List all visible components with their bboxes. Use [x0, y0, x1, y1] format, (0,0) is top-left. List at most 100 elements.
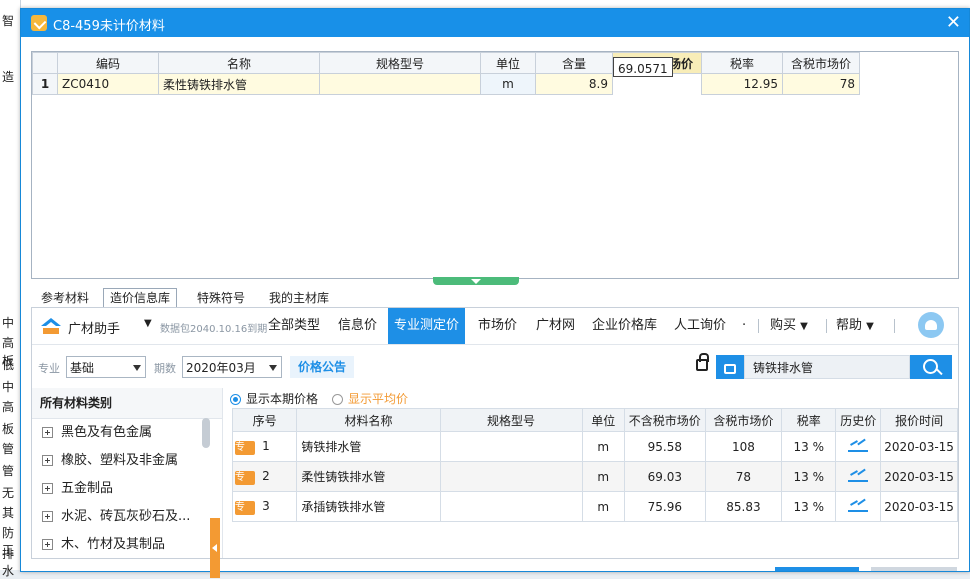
history-chart-icon[interactable] [848, 468, 869, 482]
cell-name[interactable]: 柔性铸铁排水管 [158, 73, 320, 95]
background-toolbar [20, 0, 970, 8]
cell-tax-rate[interactable]: 12.95 [701, 73, 783, 95]
tree-header[interactable]: 所有材料类别 [32, 388, 222, 419]
collapse-tree-button[interactable] [210, 518, 220, 578]
tree-item[interactable]: 水泥、砖瓦灰砂石及... [32, 503, 222, 531]
nav-labor-inquiry[interactable]: 人工询价 [674, 308, 726, 344]
panel-splitter-handle[interactable] [433, 277, 519, 285]
tree-item-label: 水泥、砖瓦灰砂石及... [61, 509, 191, 524]
tab-reference-material[interactable]: 参考材料 [35, 289, 95, 307]
tab-special-symbols[interactable]: 特殊符号 [191, 289, 251, 307]
cell-price-ex-tax[interactable]: 69.03 [623, 461, 706, 492]
col-header[interactable]: 序号 [231, 408, 298, 432]
cell-date[interactable]: 2020-03-15 [880, 461, 958, 492]
col-header[interactable]: 历史价 [835, 408, 882, 432]
cell-price-in-tax[interactable]: 108 [704, 431, 783, 462]
table-row[interactable]: 1 ZC0410 柔性铸铁排水管 m 8.9 69.0571 12.95 78 [32, 56, 860, 95]
cell-price-ex-tax[interactable]: 75.96 [623, 491, 706, 522]
confirm-button-edge[interactable] [775, 567, 859, 571]
expand-icon[interactable] [42, 511, 53, 522]
tab-my-material-library[interactable]: 我的主材库 [263, 289, 335, 307]
nav-info-price[interactable]: 信息价 [338, 308, 377, 344]
nav-more[interactable]: · [742, 308, 746, 344]
cell-tax-rate[interactable]: 13 % [781, 491, 837, 522]
history-chart-icon[interactable] [848, 438, 869, 452]
cell-name[interactable]: 柔性铸铁排水管 [296, 461, 441, 492]
cell-tax-rate[interactable]: 13 % [781, 431, 837, 462]
nav-enterprise-library[interactable]: 企业价格库 [592, 308, 657, 344]
cell-price-in-tax[interactable]: 78 [782, 73, 860, 95]
close-icon[interactable]: ✕ [946, 12, 961, 33]
cell-code[interactable]: ZC0410 [57, 73, 159, 95]
nav-buy[interactable]: 购买 ▼ [770, 308, 808, 344]
expand-icon[interactable] [42, 427, 53, 438]
expand-icon[interactable] [42, 539, 53, 550]
nav-market-price[interactable]: 市场价 [478, 308, 517, 344]
tree-item[interactable]: 橡胶、塑料及非金属 [32, 447, 222, 475]
col-header[interactable]: 含量 [535, 52, 613, 74]
nav-professional-price[interactable]: 专业测定价 [388, 308, 466, 344]
history-chart-icon[interactable] [848, 498, 869, 512]
cell-spec[interactable] [319, 73, 481, 95]
expand-icon[interactable] [42, 455, 53, 466]
lock-icon[interactable] [696, 353, 709, 371]
tree-scrollbar[interactable] [202, 418, 210, 448]
cell-unit[interactable]: m [581, 461, 625, 492]
col-header[interactable]: 单位 [581, 408, 625, 432]
brand-name[interactable]: 广材助手 [68, 318, 120, 337]
cell-price-ex-tax[interactable]: 95.58 [623, 431, 706, 462]
col-header[interactable]: 编码 [57, 52, 159, 74]
cell-price-ex-tax[interactable]: 69.0571 [613, 56, 673, 77]
col-header[interactable]: 不含税市场价 [623, 408, 706, 432]
col-header[interactable]: 规格型号 [439, 408, 583, 432]
cell-price-in-tax[interactable]: 78 [704, 461, 783, 492]
col-header[interactable]: 单位 [480, 52, 536, 74]
search-input[interactable]: 铸铁排水管 [744, 355, 910, 379]
unlock-button[interactable] [716, 355, 744, 379]
user-avatar-icon[interactable] [918, 312, 944, 338]
cell-name[interactable]: 铸铁排水管 [296, 431, 441, 462]
chevron-down-icon [133, 365, 141, 371]
col-header[interactable]: 含税市场价 [782, 52, 860, 74]
tree-item[interactable]: 五金制品 [32, 475, 222, 503]
cell-spec[interactable] [439, 461, 583, 492]
period-select[interactable]: 2020年03月 [182, 356, 282, 378]
nav-guangcai-web[interactable]: 广材网 [536, 308, 575, 344]
cell-unit[interactable]: m [480, 73, 536, 95]
cancel-button-edge[interactable] [871, 567, 957, 571]
cell-unit[interactable]: m [581, 491, 625, 522]
cell-tax-rate[interactable]: 13 % [781, 461, 837, 492]
col-header[interactable]: 税率 [701, 52, 783, 74]
professional-tag: 专 [235, 440, 255, 455]
nav-all-types[interactable]: 全部类型 [268, 308, 320, 344]
bg-char: 其 [2, 506, 15, 520]
col-header[interactable]: 材料名称 [296, 408, 441, 432]
col-header[interactable]: 名称 [158, 52, 320, 74]
table-row[interactable]: 专3 承插铸铁排水管 m 75.96 85.83 13 % 2020-03-15 [231, 491, 958, 522]
cell-date[interactable]: 2020-03-15 [880, 431, 958, 462]
tab-cost-info-library[interactable]: 造价信息库 [103, 288, 178, 307]
nav-help[interactable]: 帮助 ▼ [836, 308, 874, 344]
table-row[interactable]: 专2 柔性铸铁排水管 m 69.03 78 13 % 2020-03-15 [231, 461, 958, 492]
search-icon[interactable] [910, 355, 952, 379]
tree-item[interactable]: 木、竹材及其制品 [32, 531, 222, 559]
expand-icon[interactable] [42, 483, 53, 494]
col-header[interactable]: 含税市场价 [704, 408, 783, 432]
col-header[interactable]: 报价时间 [880, 408, 958, 432]
cell-unit[interactable]: m [581, 431, 625, 462]
radio-average[interactable]: 显示平均价 [332, 390, 408, 407]
cell-price-in-tax[interactable]: 85.83 [704, 491, 783, 522]
col-header[interactable]: 税率 [781, 408, 837, 432]
cell-spec[interactable] [439, 491, 583, 522]
cell-date[interactable]: 2020-03-15 [880, 491, 958, 522]
cell-spec[interactable] [439, 431, 583, 462]
cell-qty[interactable]: 8.9 [535, 73, 613, 95]
cell-name[interactable]: 承插铸铁排水管 [296, 491, 441, 522]
price-notice-button[interactable]: 价格公告 [290, 356, 355, 378]
table-row[interactable]: 专1 铸铁排水管 m 95.58 108 13 % 2020-03-15 [231, 431, 958, 462]
specialty-select[interactable]: 基础 [66, 356, 146, 378]
radio-current-period[interactable]: 显示本期价格 [230, 390, 318, 407]
tree-item[interactable]: 黑色及有色金属 [32, 419, 222, 447]
brand-dropdown-icon[interactable]: ▼ [144, 318, 152, 329]
col-header[interactable]: 规格型号 [319, 52, 481, 74]
